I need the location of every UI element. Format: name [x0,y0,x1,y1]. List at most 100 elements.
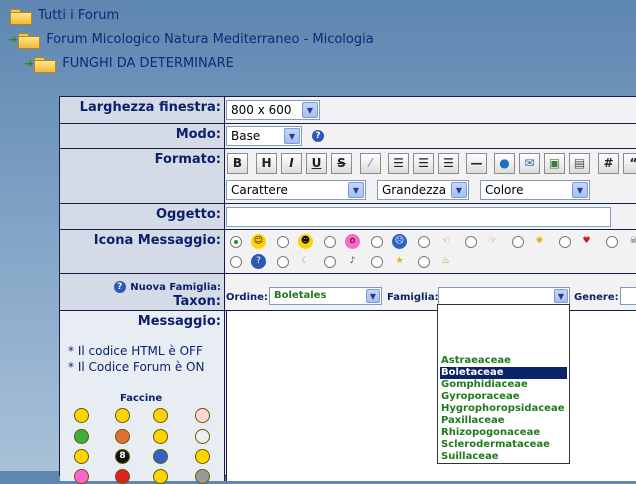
smile-icon: ☺ [251,234,266,249]
code-icon[interactable]: # [598,153,619,174]
help-icon[interactable]: ? [113,280,126,293]
chevron-down-icon: ▼ [284,128,300,144]
order-label: Ordine: [226,292,268,303]
skull-icon[interactable] [195,469,210,484]
clown-icon[interactable] [195,429,210,444]
globe-icon[interactable]: ● [494,153,515,174]
image-icon[interactable]: ▣ [544,153,565,174]
align-right-icon[interactable]: ☰ [438,153,459,174]
icon-radio[interactable] [418,256,430,268]
chevron-down-icon: ▼ [348,182,364,198]
kiss-icon[interactable] [74,469,89,484]
icon-radio[interactable] [512,236,524,248]
family-option[interactable]: Astraeaceae [440,355,567,367]
cake-icon: ♨ [441,256,450,266]
devil-icon[interactable] [115,429,130,444]
align-left-icon[interactable]: ☰ [388,153,409,174]
breadcrumb-forum[interactable]: ➜ Forum Micologico Natura Mediterraneo -… [8,31,374,49]
icon-radio[interactable] [371,256,383,268]
icon-radio[interactable] [606,236,618,248]
family-option[interactable]: Paxillaceae [440,415,567,427]
chevron-down-icon: ▼ [366,289,380,303]
grin-icon[interactable] [115,408,130,423]
question-icon: ? [251,254,266,269]
breadcrumb-label[interactable]: Forum Micologico Natura Mediterraneo - M… [46,32,373,47]
row-message-icon: Icona Messaggio: ☺ ☻ o ☹ ☜ ☞ ✺ ♥ ☠ ? ☾ ♪… [60,230,636,274]
family-option[interactable]: Sclerodermataceae [440,439,567,451]
message-textarea[interactable] [226,311,636,481]
subject-input[interactable] [226,207,611,227]
smile-icon[interactable] [74,408,89,423]
angry-icon[interactable] [115,469,130,484]
media-icon[interactable]: ▤ [569,153,590,174]
message-label: Messaggio: [137,314,221,329]
breadcrumb-section[interactable]: ➜ FUNGHI DA DETERMINARE [24,55,234,73]
heart-icon: ♥ [582,236,591,246]
row-format: Formato: B H I U S ⁄ ☰ ☰ ☰ — ● ✉ ▣ ▤ # “… [60,149,636,204]
icon-radio[interactable] [230,236,242,248]
breadcrumb-all-forums[interactable]: Tutti i Forum [10,7,119,25]
family-option[interactable]: Gomphidiaceae [440,379,567,391]
message-label-cell: Messaggio: * Il codice HTML è OFF * Il C… [60,311,225,484]
chevron-down-icon: ▼ [451,182,467,198]
genus-select[interactable] [620,287,636,305]
mode-select[interactable]: Base ▼ [226,126,302,146]
genus-label: Genere: [574,292,619,303]
heading-button[interactable]: H [256,153,277,174]
message-icon-label: Icona Messaggio: [60,230,225,273]
family-select[interactable]: ▼ [438,287,570,305]
wink-icon[interactable] [153,429,168,444]
quote-icon[interactable]: “ [623,153,636,174]
breadcrumb-label[interactable]: FUNGHI DA DETERMINARE [62,56,234,71]
cool-icon[interactable] [153,408,168,423]
shy-icon[interactable] [195,408,210,423]
star-icon: ★ [395,256,404,266]
icon-radio[interactable] [559,236,571,248]
blush-icon[interactable] [74,449,89,464]
icon-radio[interactable] [230,256,242,268]
skull-icon: ☠ [629,236,636,246]
sad-icon: ☹ [392,234,407,249]
icon-radio[interactable] [277,256,289,268]
email-icon[interactable]: ✉ [519,153,540,174]
family-option-selected[interactable]: Boletaceae [440,367,567,379]
family-option[interactable]: Hygrophoropsidaceae [440,403,567,415]
align-center-icon[interactable]: ☰ [413,153,434,174]
sleepy-icon[interactable] [153,469,168,484]
tongue-icon[interactable] [195,449,210,464]
eight-ball-icon[interactable]: 8 [115,449,130,464]
moon-icon: ☾ [301,256,310,266]
music-note-icon: ♪ [349,256,356,266]
chevron-down-icon: ▼ [554,289,568,303]
bold-button[interactable]: B [227,153,248,174]
order-select[interactable]: Boletales ▼ [269,287,382,305]
underline-button[interactable]: U [306,153,327,174]
icon-radio[interactable] [418,236,430,248]
help-icon[interactable]: ? [312,130,324,142]
icon-radio[interactable] [277,236,289,248]
shock-icon: o [345,234,360,249]
strike-button[interactable]: S [331,153,352,174]
sick-icon[interactable] [74,429,89,444]
taxon-label: Taxon: [173,294,221,309]
icon-radio[interactable] [371,236,383,248]
family-option[interactable]: Rhizopogonaceae [440,427,567,439]
size-select[interactable]: Grandezza ▼ [377,180,469,200]
icon-radio[interactable] [465,236,477,248]
grin-icon: ☻ [298,234,313,249]
family-dropdown-list[interactable]: Astraeaceae Boletaceae Gomphidiaceae Gyr… [437,304,570,464]
icon-radio[interactable] [324,236,336,248]
sad-icon[interactable] [153,449,168,464]
font-select[interactable]: Carattere ▼ [226,180,366,200]
icon-radio[interactable] [324,256,336,268]
horizontal-rule-icon[interactable]: — [466,153,487,174]
breadcrumb-label[interactable]: Tutti i Forum [38,8,119,23]
chevron-down-icon: ▼ [302,102,318,118]
family-option[interactable]: Gyroporaceae [440,391,567,403]
italic-button[interactable]: I [281,153,302,174]
font-style-icon[interactable]: ⁄ [360,153,381,174]
color-select[interactable]: Colore ▼ [480,180,590,200]
family-option[interactable]: Suillaceae [440,451,567,463]
window-width-select[interactable]: 800 x 600 ▼ [226,100,320,120]
html-note: * Il codice HTML è OFF [68,344,203,358]
